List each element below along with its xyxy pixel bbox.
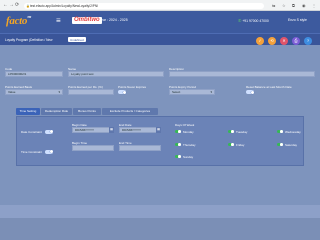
begin-time-input[interactable] [72,145,114,151]
description-input[interactable] [169,71,315,77]
tab-redemption-rule[interactable]: Redemption Rule [41,108,72,115]
code-input[interactable]: LPD000002/1 [5,71,63,77]
translate-icon[interactable]: ⇆ [272,3,275,8]
page-bottom [0,218,320,240]
app-header: factoTM ≡ Ombitwo Year : 2024 - 2025 ✆ +… [0,11,320,33]
end-time-input[interactable] [119,145,161,151]
browser-toolbar: ← → ⟳ 🔒 test.efacto.app/Admin/Loyalty/Ne… [0,0,320,11]
points-never-expires-toggle[interactable] [118,90,126,94]
time-constraint-label: Time Constraint [21,150,43,154]
thursday-label: Thursday [183,143,196,147]
status-badge: Undefined [68,37,86,42]
points-earned-per-input[interactable] [68,89,114,95]
saturday-label: Saturday [285,143,298,147]
app-logo[interactable]: factoTM [6,15,31,27]
help-icon[interactable]: ? [304,36,312,45]
menu-icon[interactable]: ⋮ [312,3,316,8]
date-constraint-label: Date Constraint [21,130,42,134]
date-constraint-toggle[interactable] [45,129,53,134]
friday-label: Friday [236,143,245,147]
breadcrumb[interactable]: Loyalty Program (Definition / New [5,38,52,42]
profile-icon[interactable]: ◉ [302,3,306,8]
points-expiry-period-select[interactable]: Select [169,89,215,95]
support-phone: ✆ +91 97000 47000 [238,18,269,23]
user-menu[interactable]: Enzo S style [288,18,307,22]
thursday-toggle[interactable] [175,143,181,147]
saturday-toggle[interactable] [277,143,283,147]
sunday-toggle[interactable] [175,155,181,159]
hamburger-menu-icon[interactable]: ≡ [56,17,61,25]
footer-bar [0,205,320,218]
reset-balance-toggle[interactable] [246,90,254,94]
clear-icon[interactable]: ⟲ [268,36,276,45]
points-earned-basis-select[interactable]: Value [5,89,63,95]
calendar-icon[interactable]: ▦ [156,127,161,133]
end-date-input[interactable]: DD/MM/YYYY [119,127,161,133]
time-constraint-toggle[interactable] [45,149,53,154]
monday-label: Monday [183,130,194,134]
monday-toggle[interactable] [175,130,181,134]
financial-year[interactable]: Year : 2024 - 2025 [99,18,128,22]
friday-toggle[interactable] [228,143,234,147]
save-icon[interactable]: ✓ [256,36,264,45]
tuesday-label: Tuesday [236,130,248,134]
phone-icon: ✆ [238,18,242,23]
breadcrumb-bar: Loyalty Program (Definition / New Undefi… [0,33,320,45]
wednesday-toggle[interactable] [277,130,283,134]
company-logo: Ombitwo [72,17,102,24]
star-icon[interactable]: ☆ [282,3,286,8]
tab-exclude-products[interactable]: Exclude Products / Categories [102,108,158,115]
lock-icon: 🔒 [26,3,30,8]
begin-date-input[interactable]: DD/MM/YYYY [72,127,114,133]
days-of-week-label: Days Of Week [175,123,195,127]
tuesday-toggle[interactable] [228,130,234,134]
extensions-icon[interactable]: ⧉ [292,3,295,8]
points-never-expires-label: Points Never Expires [118,85,147,89]
tab-bonus-points[interactable]: Bonus Points [73,108,101,115]
calendar-icon[interactable]: ▦ [109,127,114,133]
reload-button[interactable]: ⟳ [15,3,19,8]
tab-time-setting[interactable]: Time Setting [16,108,40,115]
cancel-icon[interactable]: ✕ [280,36,288,45]
forward-button[interactable]: → [9,3,14,8]
print-icon[interactable]: ⎙ [292,36,300,45]
back-button[interactable]: ← [3,3,8,8]
reset-balance-label: Reset Balance at Last Month Date [246,85,292,89]
sunday-label: Sunday [183,155,194,159]
address-bar[interactable]: 🔒 test.efacto.app/Admin/Loyalty/NewLoyal… [24,2,264,9]
wednesday-label: Wednesday [285,130,301,134]
time-setting-panel: Date Constraint Time Constraint Begin Da… [16,116,304,166]
name-input[interactable]: Loyalty point test [68,71,164,77]
address-text: test.efacto.app/Admin/Loyalty/NewLoyalty… [30,3,99,8]
